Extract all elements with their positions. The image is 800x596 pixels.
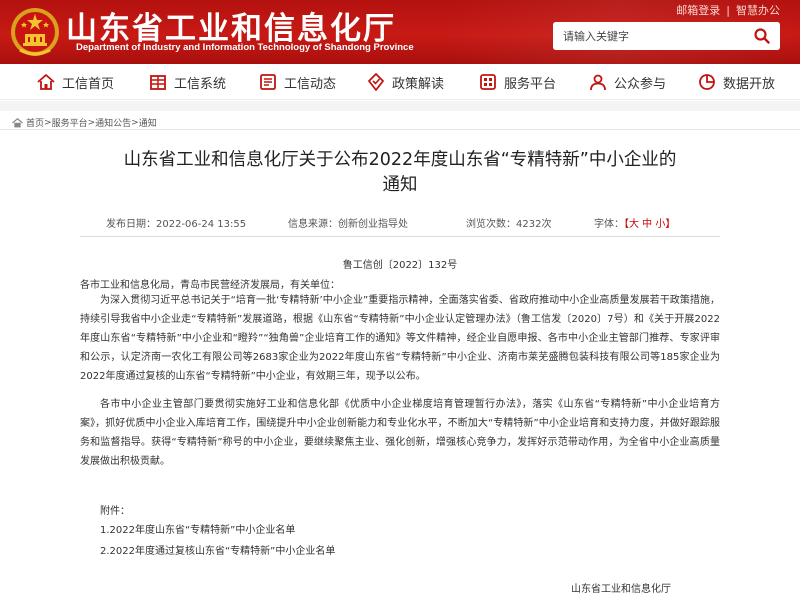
nav-label: 服务平台: [504, 76, 557, 92]
nav-label: 工信系统: [174, 76, 227, 92]
search-input[interactable]: [553, 22, 743, 50]
breadcrumb-notices[interactable]: 通知公告: [95, 116, 131, 129]
nav-label: 工信首页: [62, 76, 115, 92]
breadcrumb: 首页 > 服务平台 > 通知公告 > 通知: [12, 116, 157, 129]
site-header: 山东省工业和信息化厅 Department of Industry and In…: [0, 0, 800, 64]
smart-office-link[interactable]: 智慧办公: [736, 4, 780, 17]
nav-item-news[interactable]: 工信动态: [258, 64, 336, 100]
service-icon: [480, 74, 496, 90]
paragraph-2: 各市中小企业主管部门要贯彻实施好工业和信息化部《优质中小企业梯度培育管理暂行办法…: [80, 399, 720, 467]
signature: 山东省工业和信息化厅: [571, 584, 671, 595]
breadcrumb-divider: [0, 129, 800, 130]
policy-icon: [368, 73, 384, 91]
people-icon: [590, 74, 606, 91]
nav-item-data[interactable]: 数据开放: [697, 64, 775, 100]
attachments-label: 附件：: [100, 506, 130, 517]
nav-label: 工信动态: [284, 76, 337, 92]
search-box: [553, 22, 780, 50]
nav-item-service[interactable]: 服务平台: [478, 64, 556, 100]
nav-item-home[interactable]: 工信首页: [36, 64, 114, 100]
paragraph-1: 为深入贯彻习近平总书记关于“培育一批‘专精特新’中小企业”重要指示精神，全面落实…: [80, 295, 720, 382]
addressee: 各市工业和信息化局，青岛市民营经济发展局，有关单位：: [80, 280, 340, 291]
article-title: 山东省工业和信息化厅关于公布2022年度山东省“专精特新”中小企业的 通知: [70, 148, 730, 198]
nav-label: 公众参与: [614, 76, 667, 92]
search-button[interactable]: [743, 22, 780, 50]
publish-date: 发布日期：2022-06-24 13:55: [106, 219, 247, 230]
breadcrumb-separator: >: [44, 117, 52, 128]
nav-label: 政策解读: [392, 76, 445, 92]
article-title-line1: 山东省工业和信息化厅关于公布2022年度山东省“专精特新”中小企业的: [123, 150, 677, 170]
building-icon: [150, 75, 166, 90]
mail-login-link[interactable]: 邮箱登录: [676, 4, 720, 17]
info-source: 信息来源：创新创业指导处: [288, 219, 408, 230]
nav-item-system[interactable]: 工信系统: [148, 64, 226, 100]
font-size-control: 字体：【大 中 小】: [594, 215, 675, 230]
news-icon: [260, 74, 276, 90]
data-icon: [699, 74, 715, 90]
breadcrumb-separator: >: [131, 117, 139, 128]
font-size-label: 字体：: [594, 219, 624, 230]
breadcrumb-separator: >: [87, 117, 96, 128]
breadcrumb-notice[interactable]: 通知: [139, 116, 157, 129]
document-number: 鲁工信创〔2022〕132号: [342, 260, 458, 271]
home-icon: [37, 74, 55, 90]
site-subtitle: Department of Industry and Information T…: [76, 42, 414, 53]
divider-band: [0, 101, 800, 111]
nav-label: 数据开放: [723, 76, 776, 92]
attachment-2[interactable]: 2.2022年度通过复核山东省“专精特新”中小企业名单: [100, 542, 335, 557]
breadcrumb-home-icon: [12, 117, 23, 127]
nav-item-public[interactable]: 公众参与: [588, 64, 666, 100]
search-icon: [753, 28, 770, 44]
main-nav: 工信首页 工信系统 工信动态 政策解读 服务平台 公众参与 数据开放: [0, 64, 800, 100]
article-title-line2: 通知: [382, 175, 418, 195]
attachment-1[interactable]: 1.2022年度山东省“专精特新”中小企业名单: [100, 521, 295, 536]
breadcrumb-service[interactable]: 服务平台: [52, 116, 88, 129]
national-emblem-icon: [11, 8, 59, 56]
breadcrumb-home[interactable]: 首页: [26, 116, 44, 129]
nav-item-policy[interactable]: 政策解读: [366, 64, 444, 100]
meta-divider: [80, 236, 720, 237]
top-links: 邮箱登录 | 智慧办公: [676, 4, 780, 17]
view-count: 浏览次数：4232次: [466, 219, 552, 230]
font-size-options[interactable]: 【大 中 小】: [624, 219, 675, 230]
